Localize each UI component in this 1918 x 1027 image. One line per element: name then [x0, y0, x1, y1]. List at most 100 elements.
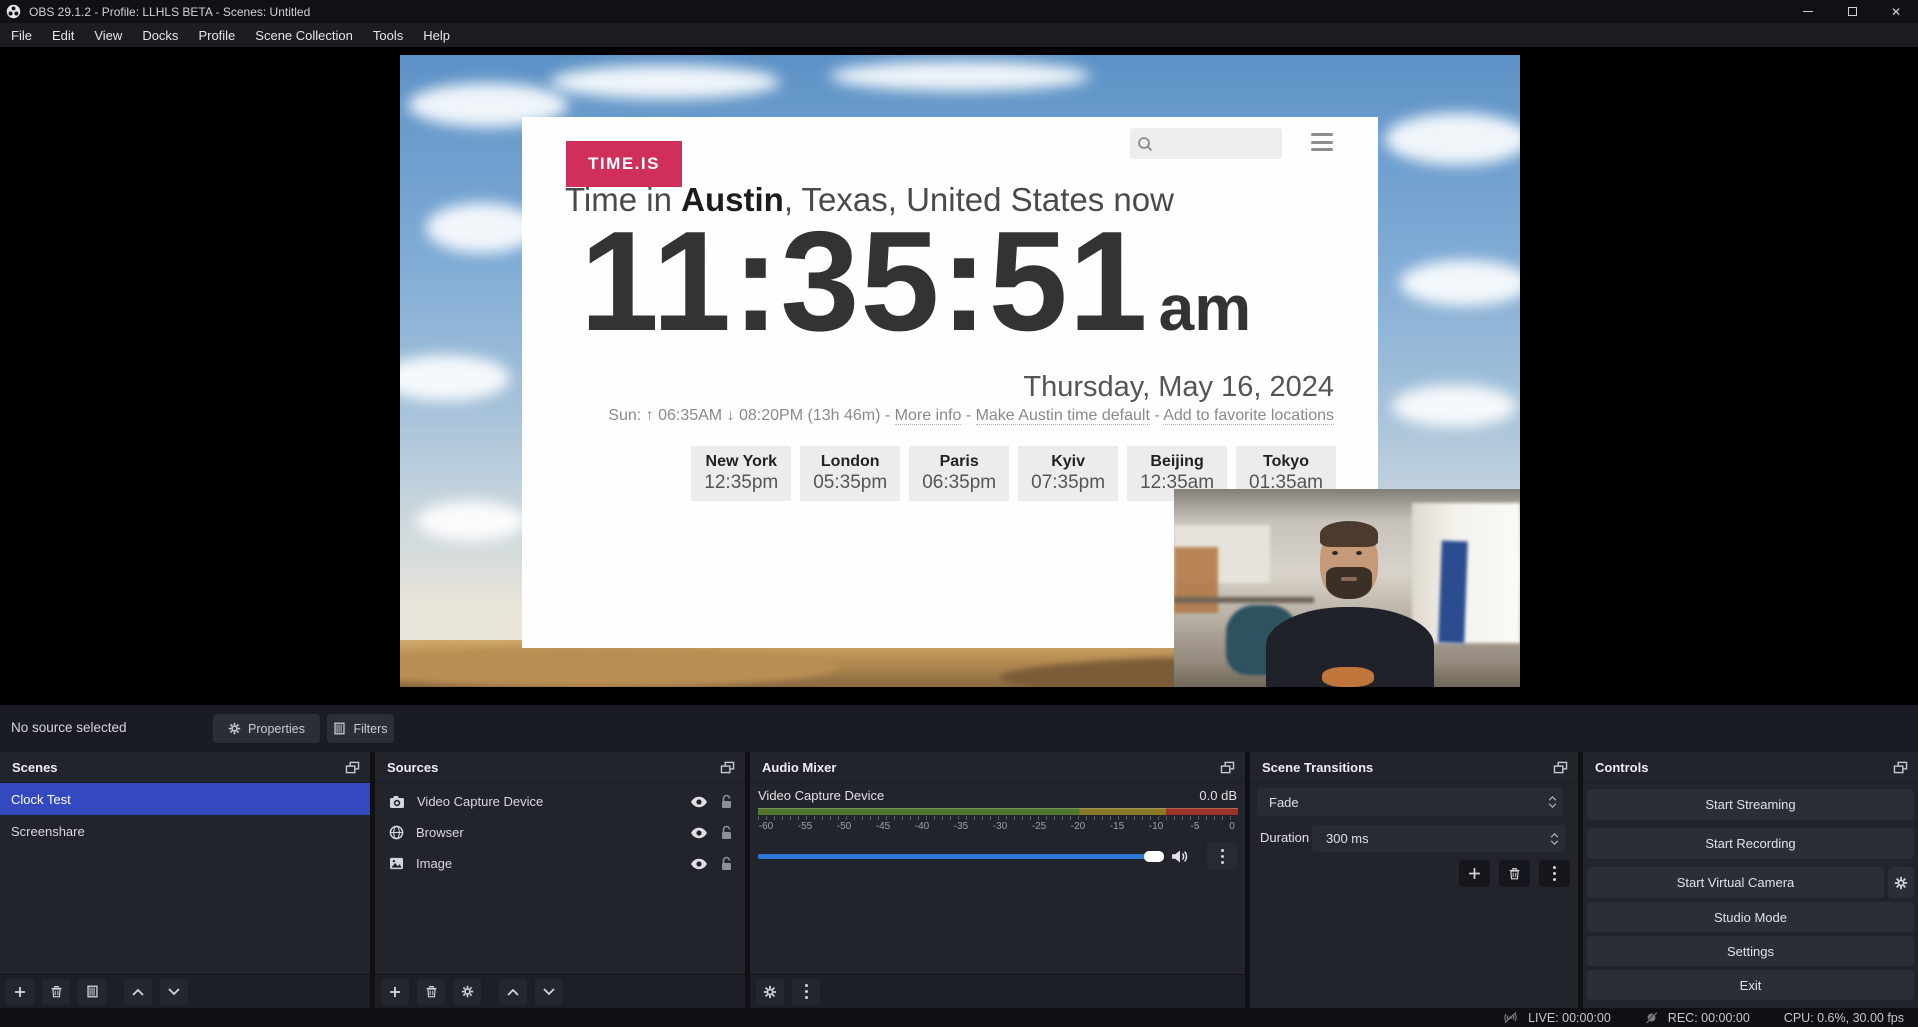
add-transition-button[interactable]: [1459, 860, 1490, 887]
start-virtual-camera-button[interactable]: Start Virtual Camera: [1587, 867, 1884, 898]
trash-icon: [425, 985, 438, 998]
gear-icon: [1894, 876, 1908, 890]
city-paris[interactable]: Paris06:35pm: [909, 446, 1009, 501]
cloud: [550, 65, 780, 99]
minimize-button[interactable]: [1786, 0, 1830, 23]
menu-view[interactable]: View: [84, 23, 132, 47]
popout-icon[interactable]: [1553, 761, 1568, 774]
menu-edit[interactable]: Edit: [42, 23, 84, 47]
popout-icon[interactable]: [720, 761, 735, 774]
volume-slider-handle[interactable]: [1144, 851, 1164, 862]
transition-buttons-row: [1250, 860, 1570, 887]
remove-source-button[interactable]: [417, 979, 445, 1005]
popout-icon[interactable]: [1220, 761, 1235, 774]
rec-inactive-icon: [1645, 1011, 1658, 1024]
source-browser[interactable]: Browser: [375, 817, 745, 848]
dock-panels: Scenes Clock Test Screenshare: [0, 752, 1918, 1008]
menu-hamburger-icon[interactable]: [1311, 133, 1333, 151]
lock-icon[interactable]: [720, 856, 733, 871]
stream-inactive-icon: [1503, 1011, 1518, 1024]
filters-button[interactable]: Filters: [327, 714, 394, 743]
person-mouth: [1341, 577, 1357, 581]
add-source-button[interactable]: [381, 979, 409, 1005]
source-image[interactable]: Image: [375, 848, 745, 879]
maximize-button[interactable]: [1830, 0, 1874, 23]
close-button[interactable]: ✕: [1874, 0, 1918, 23]
properties-button[interactable]: Properties: [213, 714, 320, 743]
start-streaming-button[interactable]: Start Streaming: [1587, 789, 1914, 820]
remove-transition-button[interactable]: [1499, 860, 1530, 887]
city-london[interactable]: London05:35pm: [800, 446, 900, 501]
search-input[interactable]: [1130, 128, 1282, 159]
cloud: [1385, 113, 1520, 165]
visibility-eye-icon[interactable]: [690, 858, 708, 870]
popout-icon[interactable]: [345, 761, 360, 774]
mixer-channel: Video Capture Device 0.0 dB -60 -55 -50 …: [758, 788, 1237, 871]
settings-button[interactable]: Settings: [1587, 936, 1914, 966]
volume-slider[interactable]: [758, 854, 1162, 859]
camera-icon: [389, 795, 405, 809]
add-favorite-link[interactable]: Add to favorite locations: [1163, 407, 1334, 425]
menu-docks[interactable]: Docks: [132, 23, 188, 47]
move-source-up-button[interactable]: [499, 979, 527, 1005]
preview-area[interactable]: TIME.IS Time in Austin, Texas, United St…: [0, 47, 1918, 705]
menu-file[interactable]: File: [1, 23, 42, 47]
duration-input[interactable]: 300 ms: [1312, 825, 1565, 852]
mixer-menu-button[interactable]: [792, 979, 820, 1005]
lock-icon[interactable]: [720, 794, 733, 809]
scene-filters-button[interactable]: [78, 979, 106, 1005]
add-scene-button[interactable]: [6, 979, 34, 1005]
menu-tools[interactable]: Tools: [363, 23, 413, 47]
menu-profile[interactable]: Profile: [188, 23, 245, 47]
move-scene-up-button[interactable]: [124, 979, 152, 1005]
volume-meter: [758, 808, 1238, 815]
menu-help[interactable]: Help: [413, 23, 460, 47]
menubar: File Edit View Docks Profile Scene Colle…: [0, 23, 1918, 47]
studio-mode-button[interactable]: Studio Mode: [1587, 902, 1914, 932]
filter-icon: [333, 722, 346, 735]
remove-scene-button[interactable]: [42, 979, 70, 1005]
source-video-capture-device[interactable]: Video Capture Device: [375, 786, 745, 817]
make-default-link[interactable]: Make Austin time default: [976, 407, 1150, 425]
scene-item-screenshare[interactable]: Screenshare: [0, 815, 370, 847]
meter-db-scale: -60 -55 -50 -45 -40 -35 -30 -25 -20 -15 …: [758, 821, 1238, 834]
menu-scene-collection[interactable]: Scene Collection: [245, 23, 363, 47]
person-eye: [1332, 551, 1338, 555]
webcam-overlay[interactable]: [1174, 489, 1520, 687]
cpu-fps-stats: CPU: 0.6%, 30.00 fps: [1784, 1011, 1904, 1025]
move-source-down-button[interactable]: [535, 979, 563, 1005]
person-eye: [1356, 551, 1362, 555]
rec-time: REC: 00:00:00: [1668, 1011, 1750, 1025]
transition-select[interactable]: Fade: [1257, 788, 1563, 816]
transition-menu-button[interactable]: [1539, 860, 1570, 887]
city-newyork[interactable]: New York12:35pm: [691, 446, 791, 501]
exit-button[interactable]: Exit: [1587, 970, 1914, 1000]
audio-mixer-header: Audio Mixer: [750, 752, 1245, 783]
duration-spinner-icons[interactable]: [1550, 833, 1559, 845]
filter-icon: [86, 985, 99, 998]
move-scene-down-button[interactable]: [160, 979, 188, 1005]
advanced-audio-button[interactable]: [756, 979, 784, 1005]
sources-toolbar: [375, 974, 745, 1008]
visibility-eye-icon[interactable]: [690, 827, 708, 839]
channel-level-db: 0.0 dB: [1199, 788, 1237, 803]
video-preview[interactable]: TIME.IS Time in Austin, Texas, United St…: [400, 55, 1520, 687]
trash-icon: [1508, 867, 1521, 880]
lock-icon[interactable]: [720, 825, 733, 840]
gear-icon: [461, 985, 474, 998]
channel-menu-button[interactable]: [1207, 841, 1237, 871]
start-recording-button[interactable]: Start Recording: [1587, 828, 1914, 859]
more-info-link[interactable]: More info: [895, 407, 962, 425]
channel-name: Video Capture Device: [758, 788, 884, 803]
cloud: [400, 355, 510, 401]
sources-panel: Sources Video Capture Device: [375, 752, 745, 1008]
scene-item-clock-test[interactable]: Clock Test: [0, 783, 370, 815]
person-beard: [1326, 567, 1372, 599]
city-kyiv[interactable]: Kyiv07:35pm: [1018, 446, 1118, 501]
plus-icon: [14, 986, 26, 998]
popout-icon[interactable]: [1893, 761, 1908, 774]
source-properties-button[interactable]: [453, 979, 481, 1005]
speaker-icon[interactable]: [1171, 849, 1188, 864]
visibility-eye-icon[interactable]: [690, 796, 708, 808]
virtual-camera-settings-button[interactable]: [1888, 867, 1914, 898]
